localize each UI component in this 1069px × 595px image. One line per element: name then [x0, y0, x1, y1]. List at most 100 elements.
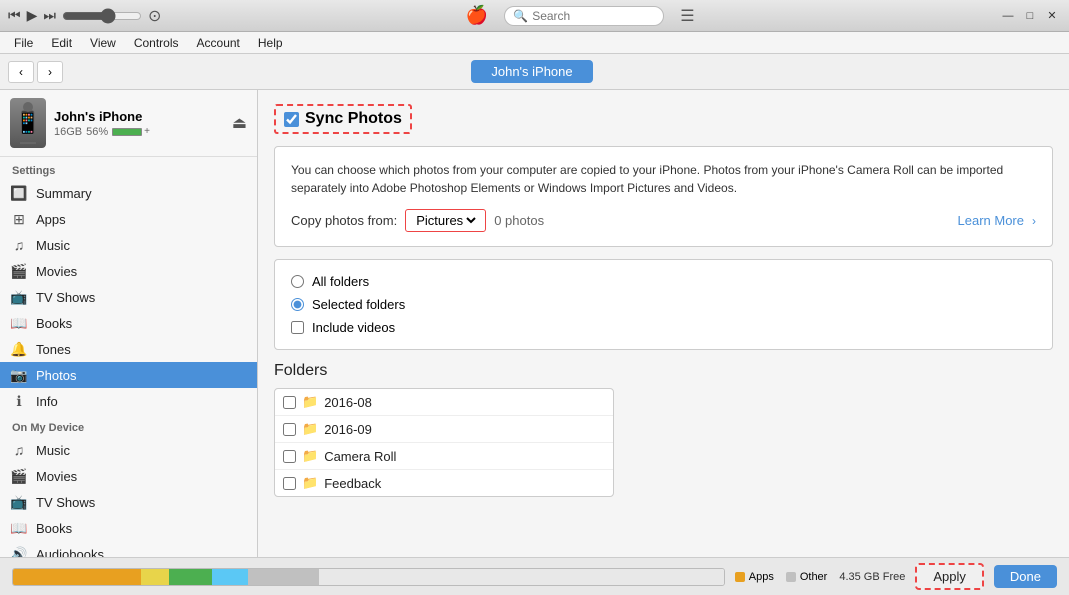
apps-legend: Apps [735, 571, 774, 583]
folder-name-0: 2016-08 [324, 395, 372, 410]
storage-seg-apps [13, 569, 141, 585]
done-button[interactable]: Done [994, 565, 1057, 588]
folder-item[interactable]: 📁 2016-09 [275, 416, 613, 443]
sidebar-item-movies[interactable]: 🎬 Movies [0, 258, 257, 284]
minimize-button[interactable]: — [999, 7, 1017, 25]
list-view-icon[interactable]: ☰ [680, 6, 694, 26]
other-legend-dot [786, 572, 796, 582]
summary-icon: 🔲 [10, 184, 28, 202]
sync-photos-checkbox[interactable] [284, 112, 299, 127]
learn-more-chevron-icon: › [1032, 214, 1036, 228]
device-badge: John's iPhone [471, 60, 592, 83]
audiobooks-icon: 🔊 [10, 545, 28, 557]
tones-icon: 🔔 [10, 340, 28, 358]
sidebar-item-books[interactable]: 📖 Books [0, 310, 257, 336]
eject-button[interactable]: ⏏ [232, 113, 247, 133]
sidebar-item-summary[interactable]: 🔲 Summary [0, 180, 257, 206]
folder-item[interactable]: 📁 2016-08 [275, 389, 613, 416]
storage-seg-free [319, 569, 724, 585]
volume-slider[interactable] [62, 8, 142, 24]
search-icon: 🔍 [513, 9, 528, 23]
tv-shows-icon: 📺 [10, 288, 28, 306]
copy-from-select[interactable]: Pictures [405, 209, 486, 232]
folders-inner: 📁 2016-08 📁 2016-09 📁 Camera Roll [275, 389, 613, 496]
sidebar-item-music-device[interactable]: ♫ Music [0, 437, 257, 463]
sidebar-label-books: Books [36, 316, 72, 331]
sidebar-item-tv-device[interactable]: 📺 TV Shows [0, 489, 257, 515]
copy-from-label: Copy photos from: [291, 213, 397, 228]
search-box[interactable]: 🔍 [504, 6, 664, 26]
maximize-button[interactable]: □ [1021, 7, 1039, 25]
folder-checkbox-1[interactable] [283, 423, 296, 436]
storage-labels: Apps Other 4.35 GB Free [735, 571, 906, 583]
tv2-icon: 📺 [10, 493, 28, 511]
folder-icon-3: 📁 [302, 475, 318, 491]
folder-options: All folders Selected folders Include vid… [274, 259, 1053, 350]
storage-seg-blue [212, 569, 248, 585]
device-name-label: John's iPhone [54, 109, 224, 124]
device-icon: 📱 [10, 98, 46, 148]
menu-file[interactable]: File [6, 34, 41, 52]
all-folders-radio[interactable] [291, 275, 304, 288]
sidebar-item-tv-shows[interactable]: 📺 TV Shows [0, 284, 257, 310]
storage-bar [12, 568, 725, 586]
menu-edit[interactable]: Edit [43, 34, 80, 52]
sidebar-label-info: Info [36, 394, 58, 409]
title-bar-center: 🍎 🔍 ☰ [466, 5, 695, 26]
sidebar-item-apps[interactable]: ⊞ Apps [0, 206, 257, 232]
include-videos-checkbox[interactable] [291, 321, 304, 334]
learn-more-link[interactable]: Learn More [958, 213, 1024, 228]
close-button[interactable]: ✕ [1043, 7, 1061, 25]
folders-list: 📁 2016-08 📁 2016-09 📁 Camera Roll [274, 388, 614, 497]
selected-folders-radio[interactable] [291, 298, 304, 311]
sidebar-label-tones: Tones [36, 342, 71, 357]
menu-account[interactable]: Account [189, 34, 248, 52]
sidebar-item-books-device[interactable]: 📖 Books [0, 515, 257, 541]
sidebar-item-music[interactable]: ♫ Music [0, 232, 257, 258]
menu-controls[interactable]: Controls [126, 34, 187, 52]
device-info: John's iPhone 16GB 56% + [54, 109, 224, 138]
photos-count: 0 photos [494, 213, 544, 228]
menu-bar: File Edit View Controls Account Help [0, 32, 1069, 54]
folder-item[interactable]: 📁 Feedback [275, 470, 613, 496]
apps-icon: ⊞ [10, 210, 28, 228]
sidebar-item-info[interactable]: ℹ Info [0, 388, 257, 414]
music2-icon: ♫ [10, 441, 28, 459]
sidebar-item-photos[interactable]: 📷 Photos [0, 362, 257, 388]
menu-view[interactable]: View [82, 34, 124, 52]
folder-checkbox-3[interactable] [283, 477, 296, 490]
folder-item[interactable]: 📁 Camera Roll [275, 443, 613, 470]
folder-icon-1: 📁 [302, 421, 318, 437]
copy-from-dropdown[interactable]: Pictures [412, 212, 479, 229]
menu-help[interactable]: Help [250, 34, 291, 52]
sidebar-label-books2: Books [36, 521, 72, 536]
all-folders-option[interactable]: All folders [291, 274, 1036, 289]
nav-forward-button[interactable]: › [37, 61, 63, 83]
sidebar-item-movies-device[interactable]: 🎬 Movies [0, 463, 257, 489]
include-videos-label: Include videos [312, 320, 395, 335]
title-bar: ⏮ ▶ ⏭ ⊙ 🍎 🔍 ☰ — □ ✕ [0, 0, 1069, 32]
window-controls: — □ ✕ [999, 7, 1061, 25]
folder-checkbox-2[interactable] [283, 450, 296, 463]
folder-checkbox-0[interactable] [283, 396, 296, 409]
storage-seg-yellow [141, 569, 169, 585]
folder-icon-0: 📁 [302, 394, 318, 410]
selected-folders-option[interactable]: Selected folders [291, 297, 1036, 312]
toolbar: ‹ › John's iPhone [0, 54, 1069, 90]
apply-button[interactable]: Apply [915, 563, 984, 590]
folder-icon-2: 📁 [302, 448, 318, 464]
include-videos-option[interactable]: Include videos [291, 320, 1036, 335]
sync-photos-label[interactable]: Sync Photos [274, 104, 412, 134]
selected-folders-label: Selected folders [312, 297, 405, 312]
apple-logo-icon: 🍎 [466, 5, 488, 26]
search-input[interactable] [532, 9, 655, 23]
forward-button[interactable]: ⏭ [43, 7, 56, 24]
airplay-icon: ⊙ [148, 6, 161, 26]
bottom-bar: Apps Other 4.35 GB Free Apply Done [0, 557, 1069, 595]
play-button[interactable]: ▶ [27, 7, 38, 24]
nav-back-button[interactable]: ‹ [8, 61, 34, 83]
sidebar-item-tones[interactable]: 🔔 Tones [0, 336, 257, 362]
rewind-button[interactable]: ⏮ [8, 7, 21, 24]
sidebar-item-audiobooks-device[interactable]: 🔊 Audiobooks [0, 541, 257, 557]
device-header: 📱 John's iPhone 16GB 56% + ⏏ [0, 90, 257, 157]
